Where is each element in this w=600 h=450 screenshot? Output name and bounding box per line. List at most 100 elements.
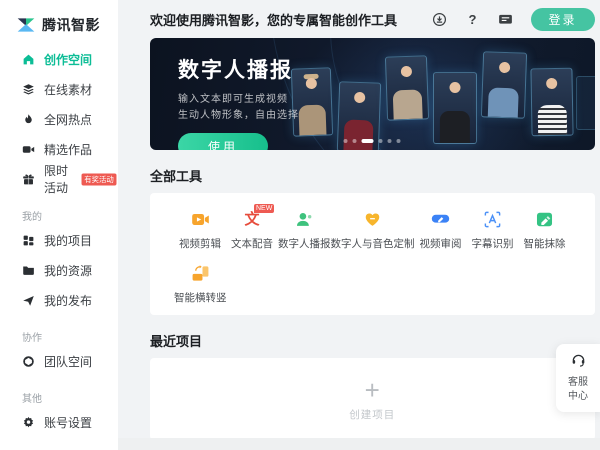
sidebar-item-my-projects[interactable]: 我的项目 [0,225,118,255]
tool-horizontal-to-vertical[interactable]: 智能横转竖 [174,259,227,309]
tools-row-1: 视频剪辑 文 NEW 文本配音 数字人播报 [174,205,571,255]
team-icon [22,355,35,368]
carousel-dot-active[interactable] [362,139,374,143]
support-center-button[interactable]: 客服 中心 [556,344,600,412]
subtitle-ocr-icon [483,209,503,229]
carousel-dot[interactable] [353,139,357,143]
avatar-torso [440,111,470,143]
tools-section-title: 全部工具 [150,166,595,185]
banner-copy: 数字人播报 输入文本即可生成视频 生动人物形象，自由选择 使用 [178,54,299,150]
avatar-torso [488,87,519,117]
sidebar-section-mine: 我的 [22,208,118,223]
avatar-head [354,92,365,103]
sidebar-item-label: 团队空间 [44,353,92,370]
sidebar-item-featured-works[interactable]: 精选作品 [0,134,118,164]
avatar-torso [343,119,373,150]
tools-row-2: 智能横转竖 [174,259,571,309]
sidebar-item-creation-space[interactable]: 创作空间 [0,44,118,74]
feedback-icon[interactable] [498,11,514,27]
digital-human-card [530,68,573,137]
avatar-head [499,62,510,73]
flame-icon [22,113,35,126]
sidebar-item-limited-event[interactable]: 限时活动 有奖活动 [0,164,118,194]
sidebar-section-other: 其他 [22,390,118,405]
tool-subtitle-recognition[interactable]: 字幕识别 [467,205,519,255]
event-badge: 有奖活动 [82,173,117,185]
support-label: 客服 中心 [556,376,600,404]
video-edit-icon [190,209,210,229]
carousel-dot[interactable] [379,139,383,143]
avatar-head [546,78,557,89]
digital-human-icon [294,209,314,229]
avatar-torso [298,104,326,135]
send-icon [22,294,35,307]
ghost-card-decor [576,76,595,130]
footer-strip [118,438,600,450]
home-icon [22,53,35,66]
app-root: 腾讯智影 创作空间 在线素材 全网热点 精选作品 [0,0,600,450]
video-review-icon [431,209,451,229]
rotate-vertical-icon [190,263,210,283]
sidebar: 腾讯智影 创作空间 在线素材 全网热点 精选作品 [0,0,118,450]
carousel-dot[interactable] [397,139,401,143]
logo-text: 腾讯智影 [42,15,100,35]
layers-icon [22,83,35,96]
sidebar-item-online-assets[interactable]: 在线素材 [0,74,118,104]
login-button[interactable]: 登录 [531,8,595,31]
avatar-head [401,66,412,77]
headset-icon [571,353,586,368]
tool-smart-erase[interactable]: 智能抹除 [519,205,571,255]
voice-custom-icon [363,209,383,229]
sidebar-section-collab: 协作 [22,329,118,344]
text-dub-icon: 文 NEW [242,209,262,229]
carousel-dot[interactable] [344,139,348,143]
sidebar-nav: 创作空间 在线素材 全网热点 精选作品 限时活动 [0,44,118,437]
create-project-label: 创建项目 [349,407,395,422]
welcome-text: 欢迎使用腾讯智影，您的专属智能创作工具 [150,10,397,29]
sidebar-item-label: 在线素材 [44,81,92,98]
carousel-dot[interactable] [388,139,392,143]
hero-banner[interactable]: 数字人播报 输入文本即可生成视频 生动人物形象，自由选择 使用 [150,38,595,150]
download-client-icon[interactable] [432,11,448,27]
sidebar-item-label: 创作空间 [44,51,92,68]
grid-icon [22,234,35,247]
create-project-card[interactable]: + 创建项目 [150,358,595,440]
sidebar-item-trending[interactable]: 全网热点 [0,104,118,134]
video-icon [22,143,35,156]
digital-human-card [433,72,477,144]
tools-card: 视频剪辑 文 NEW 文本配音 数字人播报 [150,193,595,315]
banner-subtitle-line2: 生动人物形象，自由选择 [178,108,299,124]
help-icon[interactable]: ? [465,11,481,27]
plus-icon: + [365,377,380,403]
sidebar-item-team-space[interactable]: 团队空间 [0,346,118,376]
tool-voice-custom[interactable]: 数字人与音色定制 [331,205,415,255]
new-badge: NEW [254,204,274,213]
banner-subtitle-line1: 输入文本即可生成视频 [178,92,299,108]
avatar-torso [538,104,567,135]
smart-erase-icon [535,209,555,229]
avatar-head [450,82,461,93]
tool-video-review[interactable]: 视频审阅 [415,205,467,255]
banner-use-button[interactable]: 使用 [178,133,268,150]
logo-icon [16,15,36,35]
digital-human-card [481,51,527,118]
digital-human-card [385,55,429,120]
banner-title: 数字人播报 [178,54,299,84]
sidebar-item-label: 我的资源 [44,262,92,279]
sidebar-item-my-publish[interactable]: 我的发布 [0,285,118,315]
avatar-torso [393,90,423,120]
sidebar-item-label: 限时活动 [44,162,68,196]
logo[interactable]: 腾讯智影 [0,12,118,38]
recent-section-title: 最近项目 [150,331,595,350]
tool-digital-human[interactable]: 数字人播报 [278,205,331,255]
sidebar-item-my-resources[interactable]: 我的资源 [0,255,118,285]
tool-text-dubbing[interactable]: 文 NEW 文本配音 [226,205,278,255]
sidebar-item-account-settings[interactable]: 账号设置 [0,407,118,437]
sidebar-item-label: 全网热点 [44,111,92,128]
carousel-dots [344,139,401,143]
sidebar-item-label: 账号设置 [44,414,92,431]
tool-video-edit[interactable]: 视频剪辑 [174,205,226,255]
banner-subtitle: 输入文本即可生成视频 生动人物形象，自由选择 [178,92,299,124]
sidebar-item-label: 我的发布 [44,292,92,309]
top-actions: ? 登录 [432,8,595,31]
